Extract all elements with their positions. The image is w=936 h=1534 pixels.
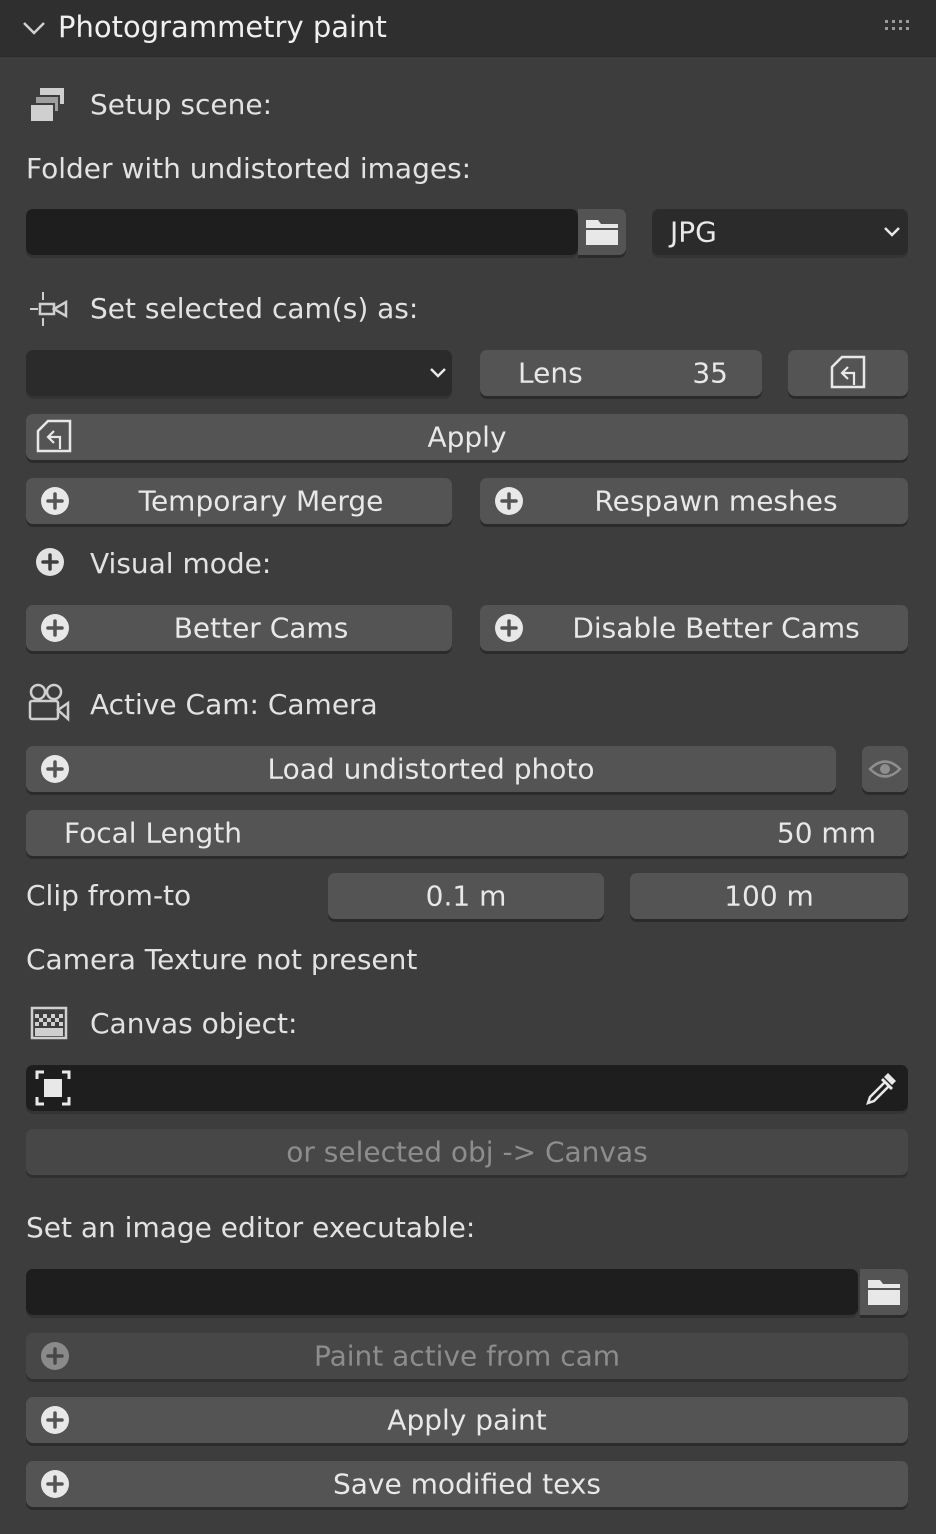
better-cams-label: Better Cams	[173, 611, 349, 645]
disable-better-cams-button[interactable]: Disable Better Cams	[480, 605, 908, 651]
lens-field[interactable]: Lens 35	[480, 350, 762, 396]
selected-to-canvas-label: or selected obj -> Canvas	[286, 1135, 648, 1169]
apply-label: Apply	[427, 420, 507, 454]
respawn-meshes-button[interactable]: Respawn meshes	[480, 478, 908, 524]
editor-heading: Set an image editor executable:	[26, 1211, 476, 1244]
folder-path-field[interactable]	[26, 209, 578, 255]
disable-better-cams-label: Disable Better Cams	[572, 611, 860, 645]
canvas-object-field[interactable]	[26, 1065, 908, 1111]
eyedropper-icon[interactable]	[862, 1069, 900, 1107]
eye-icon	[868, 760, 902, 778]
object-icon	[35, 1070, 71, 1106]
add-icon	[41, 487, 69, 515]
temporary-merge-label: Temporary Merge	[138, 484, 384, 518]
selected-to-canvas-button[interactable]: or selected obj -> Canvas	[26, 1129, 908, 1175]
better-cams-button[interactable]: Better Cams	[26, 605, 452, 651]
respawn-meshes-label: Respawn meshes	[594, 484, 838, 518]
editor-browse-button[interactable]	[860, 1269, 908, 1315]
add-icon	[495, 614, 523, 642]
lens-label: Lens	[518, 356, 583, 390]
apply-button[interactable]: Apply	[26, 414, 908, 460]
image-format-select[interactable]: JPG	[652, 209, 908, 255]
image-format-value: JPG	[670, 215, 717, 249]
chevron-down-icon[interactable]	[20, 14, 48, 42]
canvas-heading: Canvas object:	[90, 1007, 298, 1040]
folder-browse-button[interactable]	[578, 209, 626, 255]
load-photo-button[interactable]: Load undistorted photo	[26, 746, 836, 792]
camera-preset-select[interactable]	[26, 350, 452, 396]
panel-header[interactable]: Photogrammetry paint	[0, 0, 936, 57]
texture-status-text: Camera Texture not present	[26, 943, 418, 976]
chevron-down-icon	[430, 368, 446, 378]
visibility-toggle[interactable]	[862, 746, 908, 792]
video-camera-icon	[28, 683, 70, 722]
folder-icon	[586, 220, 618, 245]
paint-active-label: Paint active from cam	[313, 1339, 621, 1373]
clip-start-value: 0.1 m	[425, 879, 507, 913]
camera-frame-icon	[830, 355, 866, 389]
load-photo-label: Load undistorted photo	[267, 752, 595, 786]
apply-paint-button[interactable]: Apply paint	[26, 1397, 908, 1443]
clip-label: Clip from-to	[26, 879, 192, 912]
visual-mode-heading: Visual mode:	[90, 547, 272, 580]
add-icon	[41, 614, 69, 642]
paint-active-button[interactable]: Paint active from cam	[26, 1333, 908, 1379]
sensor-fit-button[interactable]	[788, 350, 908, 396]
clip-end-field[interactable]: 100 m	[630, 873, 908, 919]
setup-scene-heading: Setup scene:	[90, 88, 273, 121]
photogrammetry-paint-panel: Photogrammetry paint Setup scene: Folder…	[0, 0, 936, 1534]
temporary-merge-button[interactable]: Temporary Merge	[26, 478, 452, 524]
save-texs-label: Save modified texs	[333, 1467, 601, 1501]
panel-title: Photogrammetry paint	[58, 10, 387, 44]
editor-path-field[interactable]	[26, 1269, 858, 1315]
folder-label: Folder with undistorted images:	[26, 152, 472, 185]
focal-length-label: Focal Length	[64, 816, 243, 850]
active-cam-heading: Active Cam: Camera	[90, 688, 378, 721]
save-texs-button[interactable]: Save modified texs	[26, 1461, 908, 1507]
chevron-down-icon	[884, 227, 900, 237]
set-cams-heading: Set selected cam(s) as:	[90, 292, 419, 325]
lens-value: 35	[692, 356, 728, 390]
focal-length-field[interactable]: Focal Length 50 mm	[26, 810, 908, 856]
add-icon	[36, 548, 64, 576]
folder-icon	[868, 1280, 900, 1305]
drag-grip-icon[interactable]	[884, 18, 914, 34]
texture-icon	[30, 1006, 68, 1040]
add-icon	[495, 487, 523, 515]
clip-end-value: 100 m	[724, 879, 814, 913]
scene-icon	[29, 88, 64, 123]
focal-length-value: 50 mm	[776, 816, 876, 850]
camera-data-icon	[30, 292, 68, 326]
apply-paint-label: Apply paint	[387, 1403, 547, 1437]
clip-start-field[interactable]: 0.1 m	[328, 873, 604, 919]
